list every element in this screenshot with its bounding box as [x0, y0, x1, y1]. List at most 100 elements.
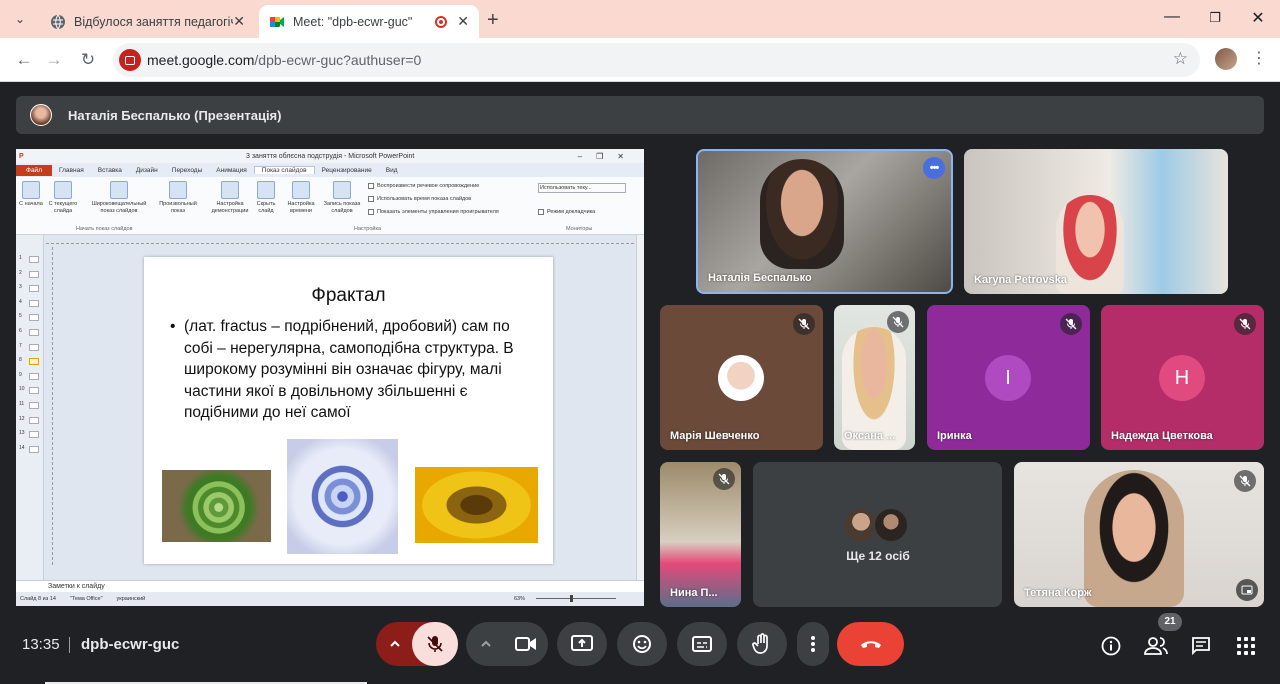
ppt-tab-file[interactable]: Файл [16, 164, 52, 176]
ppt-notes-field[interactable]: Заметки к слайду [16, 580, 644, 592]
leave-call-button[interactable] [837, 622, 904, 666]
participant-tile-oksana[interactable]: Оксана ... [834, 305, 915, 450]
ppt-tab-design[interactable]: Дизайн [129, 167, 165, 174]
camera-options-button[interactable] [466, 622, 506, 666]
participant-initial-avatar: H [1159, 355, 1205, 401]
slide-thumbnail[interactable]: 11 [19, 401, 41, 410]
browser-tab-meet[interactable]: Meet: "dpb-ecwr-guc" ✕ [259, 5, 479, 38]
reload-button[interactable]: ↻ [77, 49, 99, 71]
ppt-rehearse-timings-button[interactable]: Настройка времени [284, 181, 318, 215]
ppt-tab-view[interactable]: Вид [379, 167, 405, 174]
camera-toggle-button[interactable] [504, 622, 548, 666]
captions-button[interactable] [677, 622, 727, 666]
participant-tile-karyna[interactable]: Karyna Petrovska [964, 149, 1228, 294]
camera-site-icon[interactable] [119, 49, 141, 71]
slide-thumbnail[interactable]: 13 [19, 430, 41, 439]
ppt-custom-show-button[interactable]: Произвольный показ [154, 181, 202, 215]
participant-tile-tetiana[interactable]: Тетяна Корж [1014, 462, 1264, 607]
participant-tile-natalia[interactable]: ••• Наталія Беспалько [696, 149, 953, 294]
more-options-icon[interactable]: ••• [923, 157, 945, 179]
raise-hand-button[interactable] [737, 622, 787, 666]
ppt-status-bar: Слайд 8 из 14 "Тема Office" украинский 6… [16, 592, 644, 606]
close-icon[interactable]: ✕ [457, 13, 469, 30]
participant-tile-nina[interactable]: Нина П... [660, 462, 741, 607]
close-icon[interactable]: ✕ [233, 13, 245, 30]
reactions-button[interactable] [617, 622, 667, 666]
restore-button[interactable]: ❐ [1205, 10, 1225, 26]
slide-thumbnail[interactable]: 5 [19, 313, 41, 322]
browser-tab-news[interactable]: Відбулося заняття педагогічно ✕ [40, 5, 255, 38]
slide-thumbnail[interactable]: 14 [19, 445, 41, 454]
ppt-tab-home[interactable]: Главная [52, 167, 91, 174]
ppt-slide[interactable]: Фрактал (лат. fractus – подрібнений, дро… [144, 257, 553, 564]
slide-thumbnail[interactable]: 4 [19, 299, 41, 308]
ppt-monitor-select[interactable]: Использовать теку... [538, 183, 626, 193]
more-options-button[interactable] [797, 622, 829, 666]
slide-thumbnail[interactable]: 3 [19, 284, 41, 293]
ppt-checkbox-presenter-view[interactable]: Режим докладчика [538, 209, 595, 215]
forward-button[interactable]: → [43, 49, 65, 71]
ppt-zoom-slider[interactable] [536, 595, 616, 602]
ppt-tab-animation[interactable]: Анимация [209, 167, 254, 174]
participant-tile-irinka[interactable]: I Іринка [927, 305, 1090, 450]
participant-name: Тетяна Корж [1024, 587, 1092, 599]
ppt-broadcast-button[interactable]: Широковещательный показ слайдов [86, 181, 152, 215]
ppt-scrollbar[interactable] [636, 235, 644, 580]
ppt-record-show-button[interactable]: Запись показа слайдов [320, 181, 364, 215]
shared-screen-powerpoint[interactable]: P 3 заняття облєсна подструдія - Microso… [16, 149, 644, 606]
slide-thumbnail[interactable]: 2 [19, 270, 41, 279]
profile-avatar[interactable] [1215, 48, 1237, 70]
slide-thumbnail[interactable]: 8 [19, 357, 41, 366]
chat-button[interactable] [1189, 634, 1213, 658]
sunflower-image [415, 467, 538, 543]
mic-options-button[interactable] [376, 622, 414, 666]
minimize-button[interactable]: — [1162, 8, 1182, 26]
new-tab-button[interactable]: + [487, 9, 499, 32]
snowflake-fractal-image [287, 439, 398, 554]
participant-tile-mariia[interactable]: Марія Шевченко [660, 305, 823, 450]
ppt-checkbox-timings[interactable]: Использовать время показа слайдов [368, 196, 471, 202]
back-button[interactable]: ← [13, 49, 35, 71]
slide-thumbnail[interactable]: 6 [19, 328, 41, 337]
activities-button[interactable] [1234, 634, 1258, 658]
ppt-tab-slideshow[interactable]: Показ слайдов [253, 166, 315, 174]
ppt-status-theme: "Тема Office" [69, 596, 103, 602]
ppt-tab-review[interactable]: Рецензирование [315, 167, 379, 174]
close-window-button[interactable]: ✕ [1248, 8, 1268, 28]
ppt-hide-slide-button[interactable]: Скрыть слайд [254, 181, 278, 215]
ppt-tab-insert[interactable]: Вставка [91, 167, 129, 174]
browser-menu-icon[interactable]: ⋮ [1251, 48, 1267, 68]
ppt-checkbox-narration[interactable]: Воспроизвести речевое сопровождение [368, 183, 479, 189]
slide-thumbnail-number: 5 [19, 313, 22, 320]
people-button[interactable] [1144, 634, 1168, 658]
more-vert-icon [811, 636, 815, 652]
mic-toggle-button[interactable] [412, 622, 458, 666]
more-participants-tile[interactable]: Ще 12 осіб [753, 462, 1002, 607]
ppt-checkbox-media-controls[interactable]: Показать элементы управления проигрывате… [368, 209, 499, 215]
address-bar: ← → ↻ meet.google.com/dpb-ecwr-guc?authu… [0, 38, 1280, 82]
slide-thumbnail[interactable]: 9 [19, 372, 41, 381]
slide-thumbnail[interactable]: 10 [19, 386, 41, 395]
mic-off-icon [1234, 470, 1256, 492]
present-screen-button[interactable] [557, 622, 607, 666]
ppt-tab-transitions[interactable]: Переходы [165, 167, 210, 174]
url-field[interactable]: meet.google.com/dpb-ecwr-guc?authuser=0 … [113, 43, 1200, 77]
ppt-setup-show-button[interactable]: Настройка демонстрации [206, 181, 254, 215]
slide-thumbnail[interactable]: 12 [19, 416, 41, 425]
tab-search-button[interactable]: ⌄ [8, 7, 32, 31]
ppt-from-start-button[interactable]: С начала [18, 181, 44, 208]
slide-bullet-text: (лат. fractus – подрібнений, дробовий) с… [170, 316, 525, 424]
ppt-slide-thumbnails[interactable]: 1 2 3 4 5 6 7 8 9 10 11 12 13 14 [16, 235, 44, 580]
end-call-icon [860, 641, 881, 648]
picture-in-picture-icon[interactable] [1236, 579, 1258, 601]
bookmark-star-icon[interactable]: ☆ [1173, 49, 1188, 69]
slide-thumbnail[interactable]: 1 [19, 255, 41, 264]
chevron-up-icon [390, 640, 400, 647]
participant-tile-nadezhda[interactable]: H Надежда Цветкова [1101, 305, 1264, 450]
slide-thumbnail[interactable]: 7 [19, 343, 41, 352]
ppt-from-current-button[interactable]: С текущего слайда [46, 181, 80, 215]
ppt-app-icon: P [19, 152, 24, 160]
info-icon [1101, 636, 1121, 656]
meeting-details-button[interactable] [1099, 634, 1123, 658]
ppt-group-label: Начать показ слайдов [76, 226, 133, 232]
